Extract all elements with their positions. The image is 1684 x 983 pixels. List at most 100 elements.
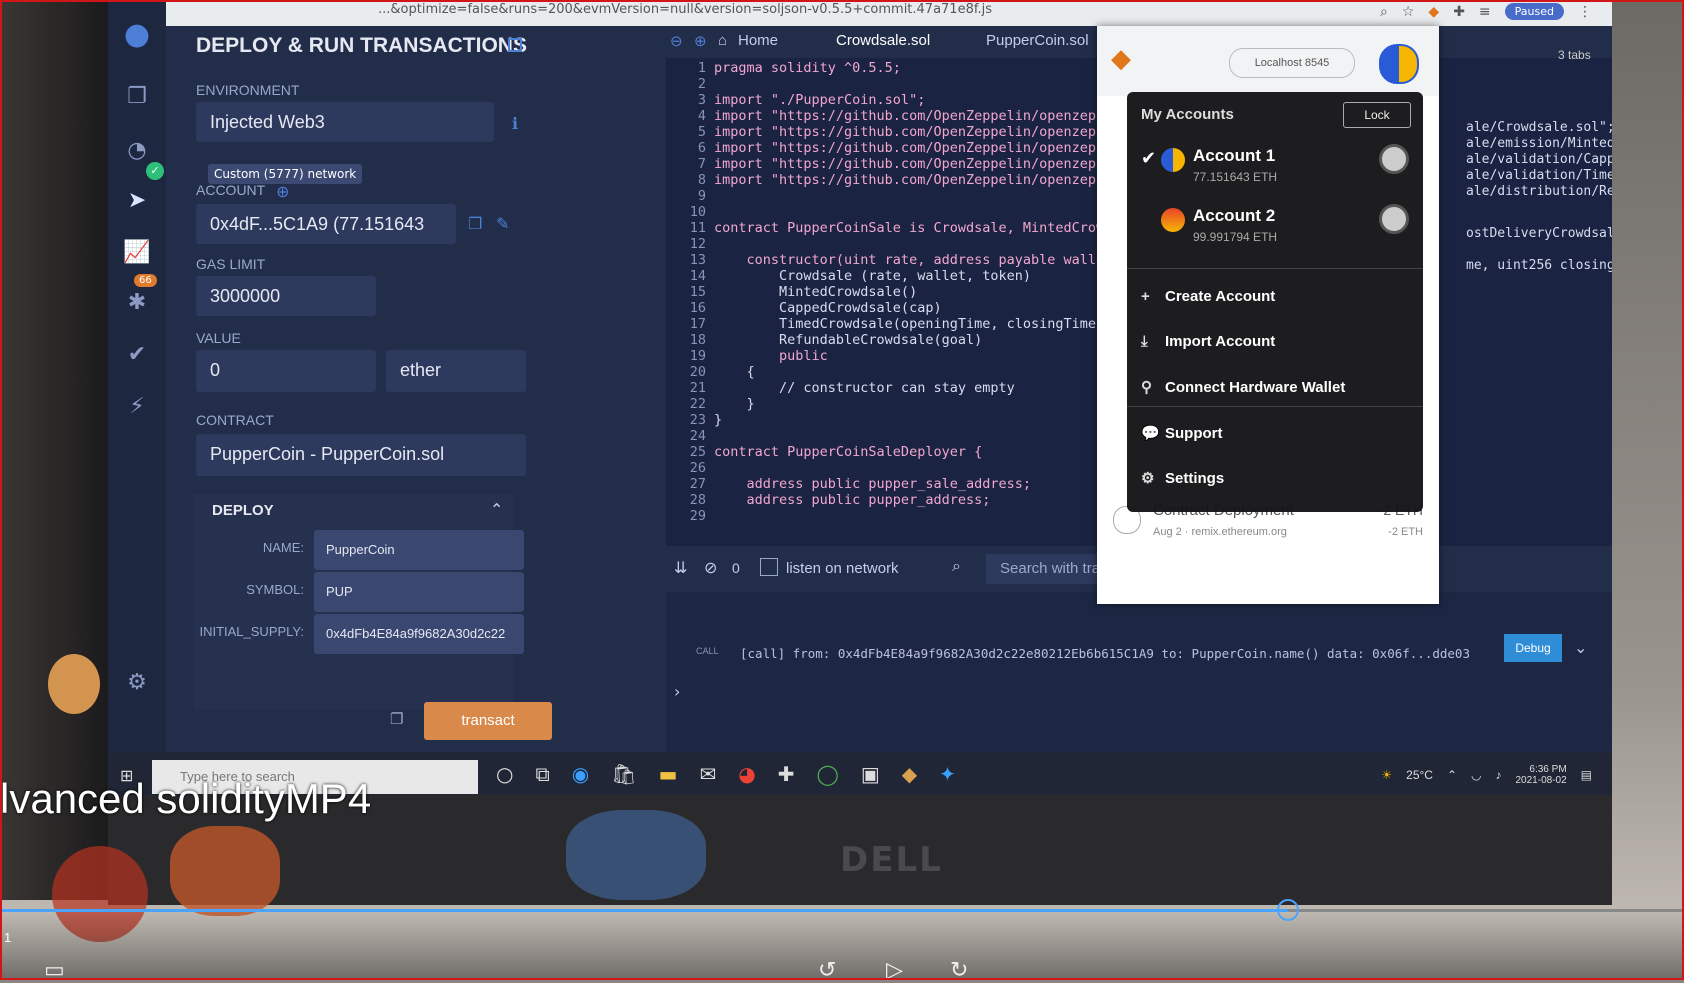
fullscreen-icon[interactable]: ▭	[44, 958, 65, 983]
mail-icon[interactable]: ✉	[699, 762, 716, 786]
account-2-item[interactable]: Account 2 99.991794 ETH	[1141, 204, 1411, 254]
line-number: 8	[697, 172, 706, 188]
green-app-icon[interactable]: ◯	[816, 762, 838, 786]
store-icon[interactable]: 🛍	[611, 762, 636, 786]
account-avatar[interactable]	[1379, 44, 1419, 84]
import-account-item[interactable]: ⤓ Import Account	[1141, 333, 1275, 350]
copy-icon[interactable]: ❐	[468, 214, 482, 233]
edge-icon[interactable]: ◉	[572, 762, 589, 786]
add-account-icon[interactable]: ⊕	[276, 182, 289, 201]
docs-icon[interactable]	[508, 38, 522, 52]
line-code: public	[714, 348, 828, 364]
reading-list-icon[interactable]: ≡	[1479, 4, 1491, 20]
contract-select[interactable]: PupperCoin - PupperCoin.sol	[196, 434, 526, 476]
edit-icon[interactable]: ✎	[496, 214, 509, 233]
zoom-out-icon[interactable]: ⊖	[670, 32, 683, 50]
account-1-item[interactable]: ✔ Account 1 77.151643 ETH	[1141, 144, 1411, 194]
tabs-count[interactable]: 3 tabs	[1558, 48, 1591, 62]
environment-select[interactable]: Injected Web3	[196, 102, 494, 142]
debugger-icon[interactable]: ✱	[122, 288, 152, 318]
app-icon[interactable]: ✚	[778, 762, 795, 786]
temperature[interactable]: 25°C	[1406, 768, 1433, 782]
folder-icon[interactable]: ▬	[659, 762, 678, 786]
puzzle-icon[interactable]: ✚	[1453, 4, 1465, 20]
expand-log-icon[interactable]: ⌄	[1574, 638, 1587, 657]
info-icon[interactable]: ℹ	[512, 114, 518, 133]
value-unit-select[interactable]: ether	[386, 350, 526, 392]
create-account-item[interactable]: + Create Account	[1141, 288, 1275, 305]
browser-url-bar[interactable]: ...&optimize=false&runs=200&evmVersion=n…	[108, 0, 1612, 26]
collapse-terminal-icon[interactable]: ⇊	[674, 558, 687, 577]
plugin-manager-icon[interactable]: ⚡	[122, 392, 152, 422]
clock-time: 6:36 PM	[1529, 764, 1567, 775]
volume-icon[interactable]: ♪	[1496, 768, 1502, 782]
ganache-icon[interactable]: ◆	[902, 762, 917, 786]
connect-hardware-item[interactable]: ⚲ Connect Hardware Wallet	[1141, 378, 1345, 396]
symbol-field[interactable]: PUP	[314, 572, 524, 612]
wifi-icon[interactable]: ◡	[1471, 768, 1481, 782]
zoom-in-icon[interactable]: ⊕	[694, 32, 707, 50]
account-1-radio-icon[interactable]	[1379, 144, 1409, 174]
zoom-icon[interactable]: ⌕	[1380, 4, 1388, 20]
task-view-icon[interactable]: ⧉	[535, 762, 549, 786]
cortana-icon[interactable]: ○	[496, 762, 513, 786]
menu-icon[interactable]: ⋮	[1578, 4, 1592, 20]
terminal-log-line[interactable]: [call] from: 0x4dFb4E84a9f9682A30d2c22e8…	[740, 646, 1470, 661]
transact-button[interactable]: transact	[424, 702, 552, 740]
network-selector[interactable]: Localhost 8545	[1229, 48, 1355, 78]
initial-supply-field[interactable]: 0x4dFb4E84a9f9682A30d2c22	[314, 614, 524, 654]
tab-puppercoin[interactable]: PupperCoin.sol	[986, 32, 1089, 49]
deploy-icon[interactable]: ➤	[122, 186, 152, 216]
download-icon: ⤓	[1141, 333, 1148, 350]
line-number: 11	[689, 220, 706, 236]
vscode-icon[interactable]: ✦	[939, 762, 956, 786]
clock[interactable]: 6:36 PM 2021-08-02	[1516, 764, 1567, 786]
star-icon[interactable]: ☆	[1402, 4, 1415, 20]
rewind-icon[interactable]: ↺	[818, 958, 836, 983]
terminal-app-icon[interactable]: ▣	[861, 762, 880, 786]
compiler-icon[interactable]: ◔	[122, 136, 152, 166]
tab-home[interactable]: Home	[738, 32, 778, 49]
file-explorer-icon[interactable]: ❐	[122, 82, 152, 112]
chrome-icon[interactable]: ◕	[738, 762, 755, 786]
value-input[interactable]: 0	[196, 350, 376, 392]
play-icon[interactable]: ▷	[886, 958, 903, 983]
gas-limit-input[interactable]: 3000000	[196, 276, 376, 316]
code-overflow-text: ale/emission/MintedCr	[1466, 136, 1612, 151]
bear-sticker	[48, 654, 100, 714]
listen-checkbox[interactable]	[760, 558, 778, 576]
clear-icon[interactable]: ⊘	[704, 558, 717, 577]
tray-chevron-icon[interactable]: ⌃	[1447, 768, 1457, 782]
copy-calldata-icon[interactable]: ❐	[390, 710, 403, 728]
paused-badge[interactable]: Paused	[1504, 3, 1564, 20]
connect-hardware-label: Connect Hardware Wallet	[1165, 379, 1346, 396]
account-select[interactable]: 0x4dF...5C1A9 (77.151643	[196, 204, 456, 244]
collapse-icon[interactable]: ⌃	[490, 500, 503, 519]
debug-button[interactable]: Debug	[1504, 634, 1562, 662]
url-text[interactable]: ...&optimize=false&runs=200&evmVersion=n…	[378, 2, 992, 17]
code-overflow-text: ale/validation/TimedC	[1466, 168, 1612, 183]
support-item[interactable]: 💬 Support	[1141, 424, 1223, 442]
video-progress[interactable]	[0, 909, 1684, 912]
settings-item[interactable]: ⚙ Settings	[1141, 469, 1224, 487]
settings-icon[interactable]: ⚙	[122, 668, 152, 698]
remix-logo-icon[interactable]: ●	[122, 20, 152, 50]
line-number: 23	[689, 412, 706, 428]
menu-divider	[1127, 268, 1423, 269]
deploy-label: DEPLOY	[212, 502, 274, 519]
metamask-ext-icon[interactable]: ◆	[1428, 4, 1439, 20]
line-number: 1	[697, 60, 706, 76]
notifications-icon[interactable]: ▤	[1581, 768, 1592, 782]
lock-button[interactable]: Lock	[1343, 102, 1411, 128]
metamask-header: ◆ Localhost 8545	[1097, 26, 1439, 96]
name-field[interactable]: PupperCoin	[314, 530, 524, 570]
line-code: address public pupper_address;	[714, 492, 991, 508]
account-2-balance: 99.991794 ETH	[1193, 230, 1278, 244]
account-2-radio-icon[interactable]	[1379, 204, 1409, 234]
weather-icon[interactable]: ☀	[1381, 768, 1392, 782]
tab-crowdsale[interactable]: Crowdsale.sol	[836, 32, 930, 49]
analysis-icon[interactable]: 📈	[122, 238, 152, 268]
line-number: 15	[689, 284, 706, 300]
forward-icon[interactable]: ↻	[950, 958, 968, 983]
testing-icon[interactable]: ✔	[122, 340, 152, 370]
